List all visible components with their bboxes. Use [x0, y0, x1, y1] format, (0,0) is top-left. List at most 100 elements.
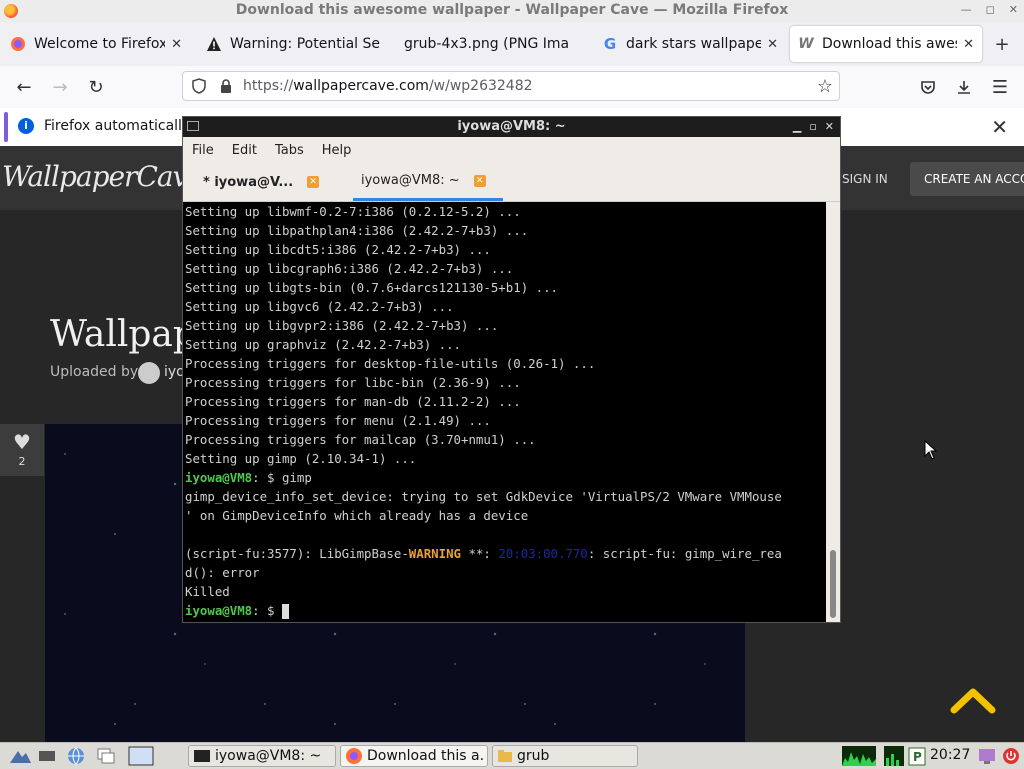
url-bar[interactable]: https://wallpapercave.com/w/wp2632482 ☆ [182, 71, 840, 101]
terminal-window[interactable]: iyowa@VM8: ~ ▁ ▫ ✕ File Edit Tabs Help *… [183, 117, 840, 622]
like-count: 2 [18, 455, 26, 468]
maximize-icon[interactable]: ▫ [809, 117, 816, 137]
terminal-line: Setting up libwmf-0.2-7:i386 (0.2.12-5.2… [185, 204, 521, 219]
uploader-name[interactable]: iyo [164, 364, 185, 380]
tab-strip: Welcome to Firefox ✕ Warning: Potential … [0, 22, 1024, 66]
clipboard-button[interactable]: P [904, 745, 930, 767]
close-icon[interactable]: ✕ [1009, 3, 1018, 16]
show-desktop-button[interactable] [34, 745, 60, 767]
terminal-menubar: File Edit Tabs Help [183, 137, 840, 163]
notification-message: Firefox automatically [44, 118, 191, 134]
navigation-toolbar: ← → ↻ https://wallpapercave.com/w/wp2632… [0, 66, 1024, 109]
scroll-to-top-button[interactable] [950, 686, 996, 714]
avatar[interactable] [138, 362, 160, 384]
tab-dark-stars[interactable]: G dark stars wallpaper ✕ [594, 26, 786, 62]
task-terminal[interactable]: iyowa@VM8: ~ [188, 745, 336, 767]
reload-button[interactable]: ↻ [84, 75, 108, 99]
terminal-line: Processing triggers for libc-bin (2.36-9… [185, 375, 521, 390]
close-icon[interactable]: ✕ [825, 117, 834, 137]
app-menu-icon [10, 751, 31, 763]
pocket-icon [921, 81, 935, 94]
text-cursor [281, 604, 289, 619]
shield-icon[interactable] [191, 78, 207, 98]
bookmark-star-icon[interactable]: ☆ [817, 76, 833, 97]
terminal-scrollbar[interactable] [826, 202, 840, 622]
window-title: Download this awesome wallpaper - Wallpa… [235, 2, 789, 18]
terminal-line: Setting up libgvc6 (2.42.2-7+b3) ... [185, 299, 454, 314]
minimize-icon[interactable]: — [961, 3, 972, 16]
terminal-title: iyowa@VM8: ~ [457, 119, 566, 134]
tab-welcome[interactable]: Welcome to Firefox ✕ [2, 26, 190, 62]
maximize-icon[interactable]: ◻ [986, 3, 995, 16]
minimize-icon[interactable]: ▁ [793, 117, 801, 137]
mouse-pointer-icon [924, 439, 938, 464]
notification-accent [4, 112, 8, 142]
terminal-tabbar: * iyowa@V... ✕ iyowa@VM8: ~ ✕ [183, 163, 840, 202]
terminal-line: Setting up gimp (2.10.34-1) ... [185, 451, 417, 466]
browser-launcher[interactable] [62, 745, 90, 767]
task-grub-folder[interactable]: grub [492, 745, 638, 767]
desktop-icon [39, 751, 55, 761]
forward-button[interactable]: → [48, 75, 72, 99]
close-tab-icon[interactable]: ✕ [473, 174, 486, 187]
close-notification-icon[interactable]: ✕ [991, 115, 1008, 139]
close-tab-icon[interactable]: ✕ [963, 37, 974, 52]
back-button[interactable]: ← [12, 75, 36, 99]
tab-download-wallpaper[interactable]: W Download this aweso ✕ [790, 26, 982, 62]
hamburger-icon: ☰ [991, 76, 1009, 98]
terminal-tab-2[interactable]: iyowa@VM8: ~ ✕ [353, 163, 503, 201]
downloads-button[interactable] [952, 75, 976, 99]
menu-file[interactable]: File [183, 143, 223, 158]
lock-screen-button[interactable] [974, 745, 1000, 767]
sign-in-link[interactable]: SIGN IN [842, 172, 888, 186]
firefox-icon [10, 36, 26, 52]
like-button[interactable]: ♥ 2 [0, 424, 44, 476]
uploaded-by-label: Uploaded by [50, 364, 139, 380]
site-logo[interactable]: WallpaperCave [2, 160, 204, 193]
power-button[interactable] [998, 745, 1024, 767]
terminal-line: Setting up libcgraph6:i386 (2.42.2-7+b3)… [185, 261, 514, 276]
tab-label: dark stars wallpaper [626, 36, 762, 52]
file-manager-launcher[interactable] [92, 745, 120, 767]
close-tab-icon[interactable]: ✕ [171, 37, 182, 52]
terminal-tab-label: * iyowa@V... [203, 174, 294, 190]
google-icon: G [603, 35, 617, 53]
firefox-titlebar: Download this awesome wallpaper - Wallpa… [0, 0, 1024, 23]
menu-help[interactable]: Help [313, 143, 361, 158]
terminal-line: ' on GimpDeviceInfo which already has a … [185, 508, 529, 523]
pocket-button[interactable] [916, 75, 940, 99]
cpu-monitor[interactable] [838, 745, 880, 767]
new-tab-button[interactable]: + [990, 32, 1014, 56]
network-icon [884, 746, 904, 766]
terminal-output[interactable]: Setting up libwmf-0.2-7:i386 (0.2.12-5.2… [183, 202, 826, 622]
close-tab-icon[interactable]: ✕ [307, 176, 320, 188]
task-label: Download this a... [367, 748, 483, 764]
create-account-button[interactable]: CREATE AN ACCO [910, 162, 1024, 196]
terminal-tab-1[interactable]: * iyowa@V... ✕ [195, 163, 345, 201]
terminal-titlebar[interactable]: iyowa@VM8: ~ ▁ ▫ ✕ [183, 117, 840, 137]
heart-icon: ♥ [13, 430, 31, 454]
task-firefox[interactable]: Download this a... [340, 745, 488, 767]
menu-edit[interactable]: Edit [223, 143, 266, 158]
close-tab-icon[interactable]: ✕ [767, 37, 778, 52]
taskbar: iyowa@VM8: ~ Download this a... grub P 2… [0, 742, 1024, 769]
terminal-line: Setting up libpathplan4:i386 (2.42.2-7+b… [185, 223, 529, 238]
url-text[interactable]: https://wallpapercave.com/w/wp2632482 [243, 78, 533, 94]
clock[interactable]: 20:27 [930, 747, 970, 763]
menu-tabs[interactable]: Tabs [266, 143, 313, 158]
lock-icon[interactable] [219, 78, 233, 98]
tab-grub-image[interactable]: grub-4x3.png (PNG Ima [396, 26, 592, 62]
windows-icon [97, 748, 115, 764]
scrollbar-thumb[interactable] [830, 550, 836, 618]
menu-button[interactable]: ☰ [988, 75, 1012, 99]
workspace-switcher[interactable] [124, 745, 158, 767]
start-menu-button[interactable] [4, 745, 36, 767]
terminal-warning-line: (script-fu:3577): LibGimpBase-WARNING **… [185, 546, 782, 561]
reload-icon: ↻ [88, 76, 104, 98]
warning-icon [206, 36, 222, 52]
cpu-graph-icon [842, 746, 876, 766]
tab-warning[interactable]: Warning: Potential Se [198, 26, 390, 62]
terminal-line: Setting up libgvpr2:i386 (2.42.2-7+b3) .… [185, 318, 499, 333]
workspace-icon [128, 746, 154, 766]
